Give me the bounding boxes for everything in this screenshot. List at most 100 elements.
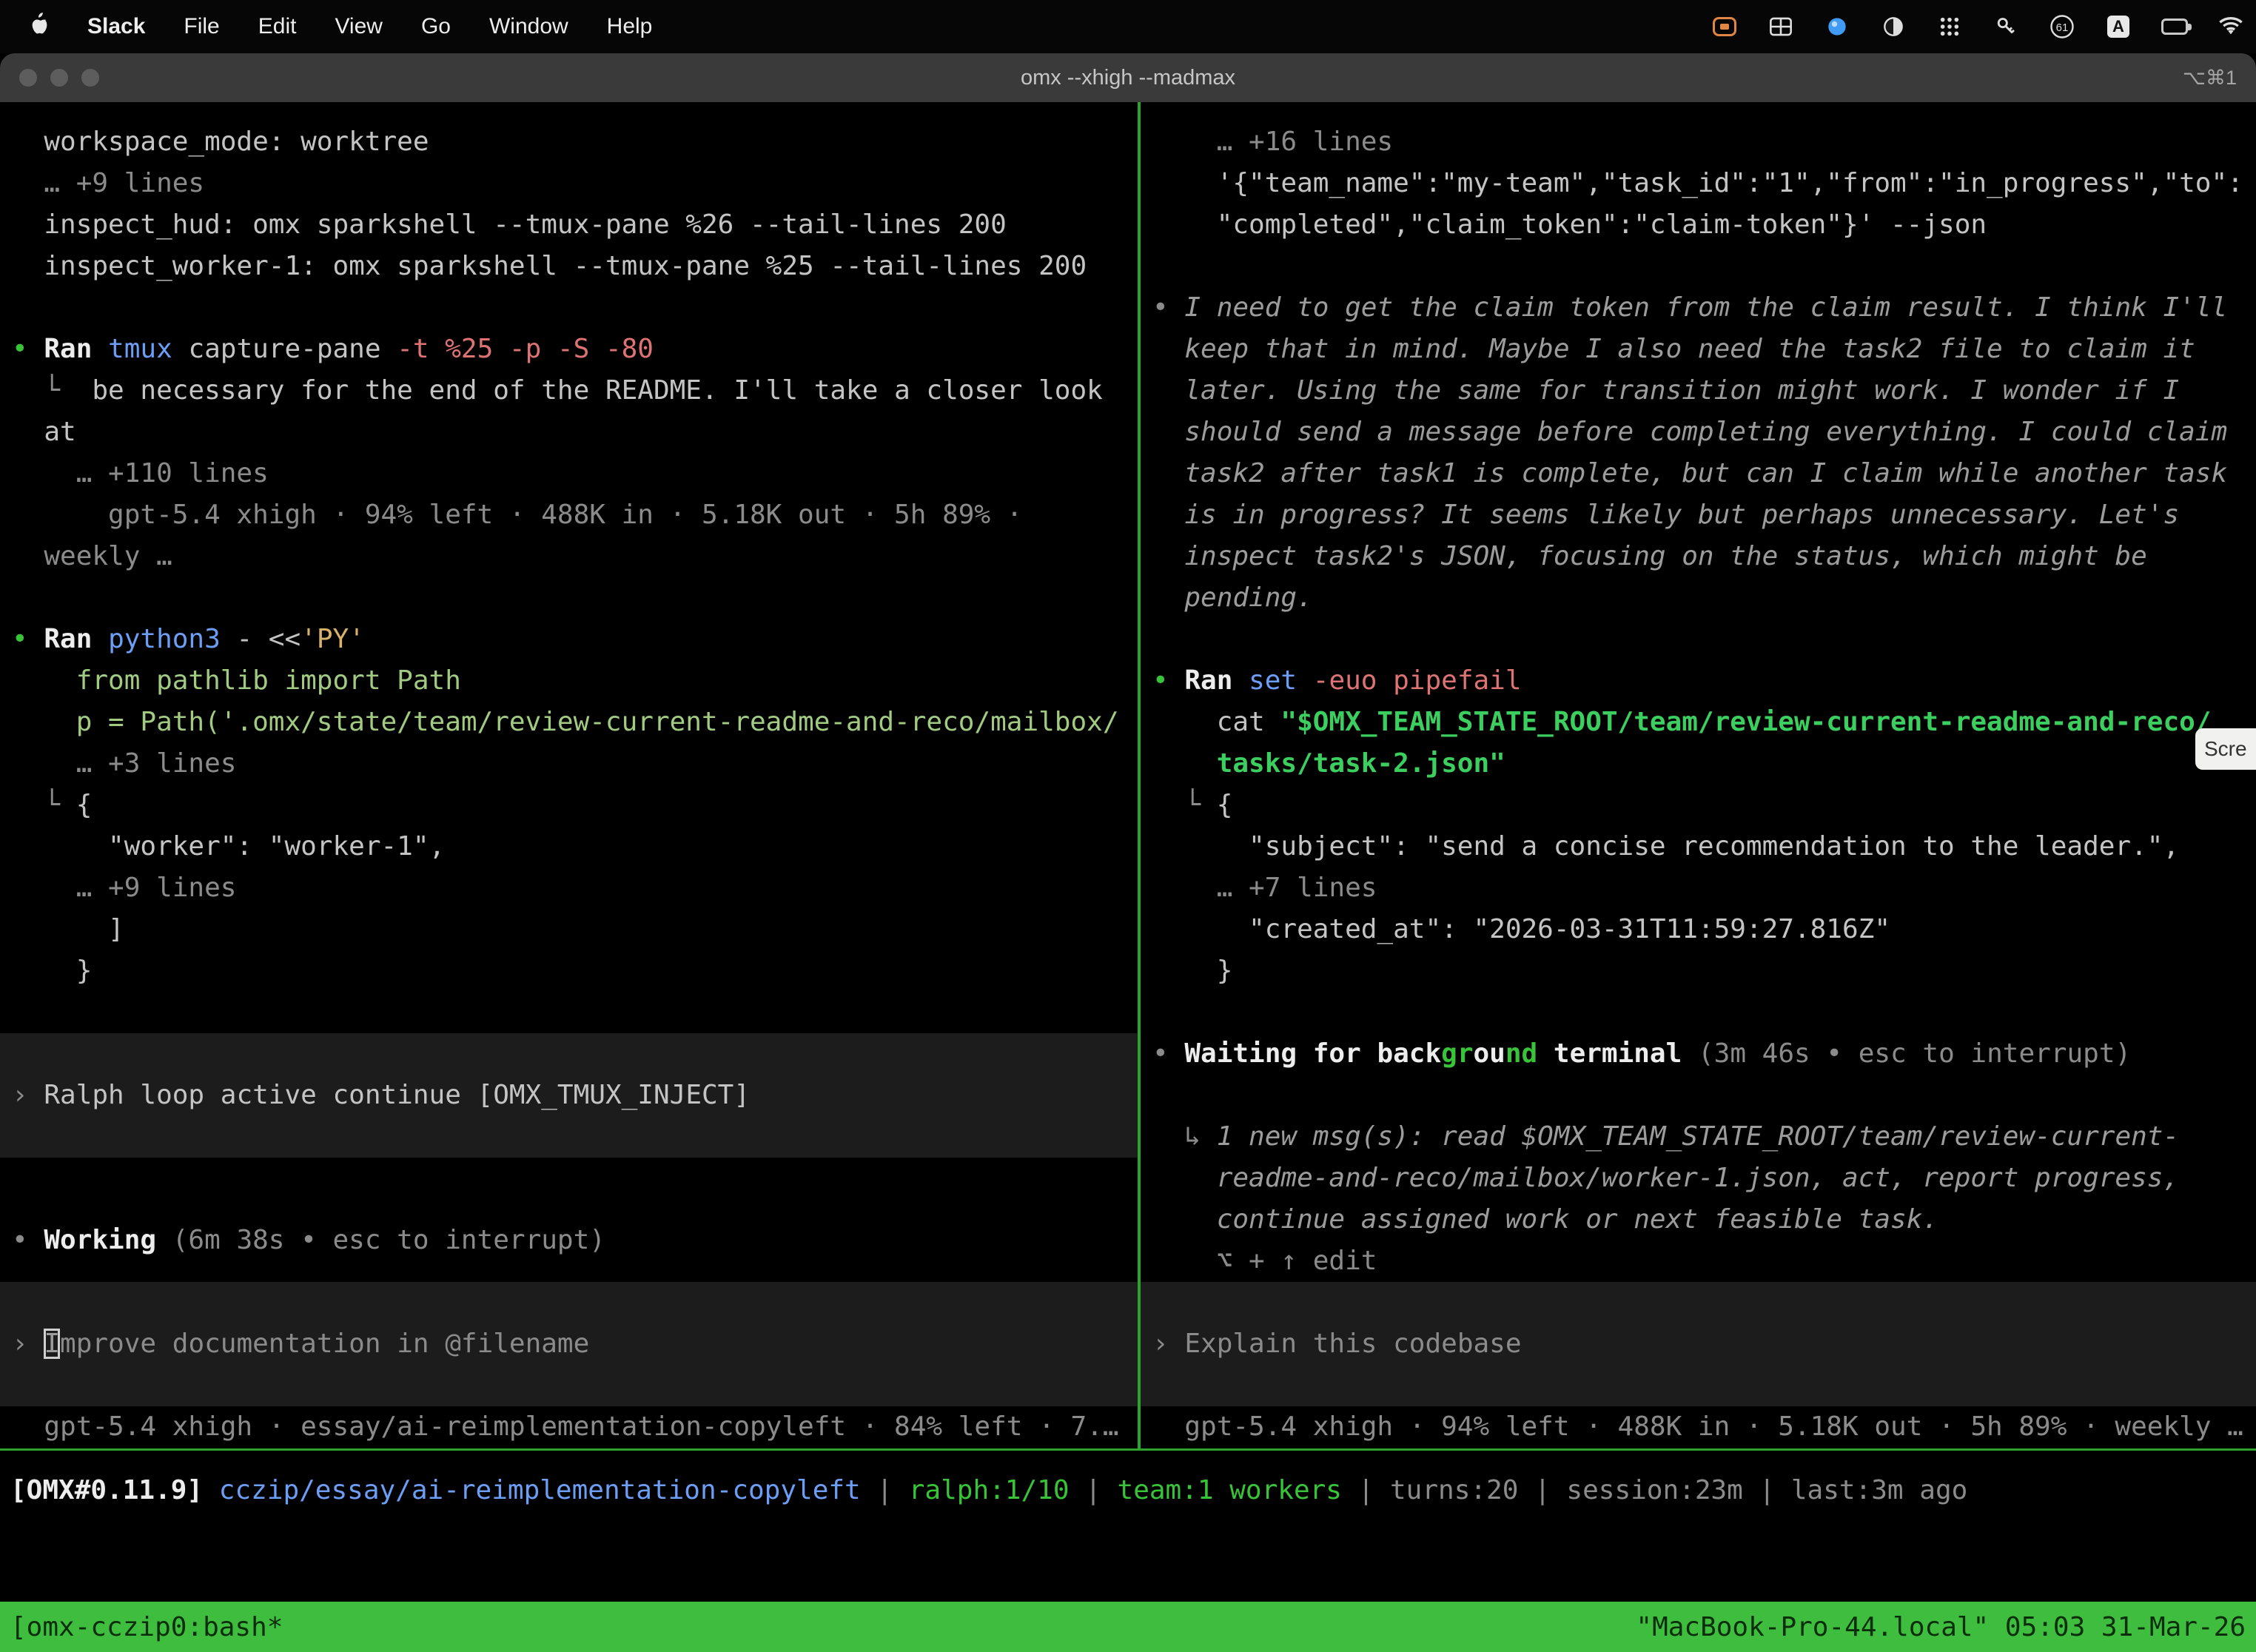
right-pane[interactable]: … +16 lines '{"team_name":"my-team","tas… [1141,102,2256,1448]
menu-view[interactable]: View [335,14,382,39]
battery-icon[interactable] [2161,13,2188,40]
menu-file[interactable]: File [184,14,219,39]
text-segment: | [1070,1475,1118,1505]
text-segment: … +9 lines [12,873,236,903]
text-segment: | [1342,1475,1390,1505]
terminal-line: inspect_hud: omx sparkshell --tmux-pane … [12,204,1138,246]
text-segment: terminal [1537,1038,1698,1069]
zoom-button[interactable] [81,69,99,87]
svg-text:61: 61 [2056,21,2069,34]
minimize-button[interactable] [50,69,68,87]
app-grid-icon[interactable] [1936,13,1963,40]
text-segment: (3m 46s • esc to interrupt) [1698,1038,2131,1069]
text-segment: nd [1505,1038,1537,1069]
terminal-line: is in progress? It seems likely but perh… [1152,494,2256,536]
text-segment: • [1152,292,1184,323]
text-segment: } [1152,956,1232,986]
terminal-line: } [1152,950,2256,992]
close-button[interactable] [19,69,37,87]
text-segment: I need to get the claim token from the c… [1184,292,2227,323]
text-segment: later. Using the same for transition mig… [1152,375,2179,406]
macos-menu-bar: Slack File Edit View Go Window Help [0,0,2256,53]
apple-logo-glyph [30,13,49,35]
left-pane[interactable]: workspace_mode: worktree … +9 lines insp… [0,102,1138,1448]
menu-window[interactable]: Window [489,14,568,39]
text-segment: tmux [108,334,188,364]
blue-app-icon[interactable] [1824,13,1850,40]
text-segment: set [1249,665,1313,696]
text-segment: • [1152,665,1184,696]
key-icon[interactable] [1993,13,2019,40]
apple-menu-icon[interactable] [30,13,49,41]
terminal-line: at [12,412,1138,453]
text-segment: | [1743,1475,1791,1505]
input-source-icon[interactable]: A [2105,13,2132,40]
terminal-line: continue assigned work or next feasible … [1152,1199,2256,1240]
text-segment: • [12,624,44,654]
terminal-line: pending. [1152,577,2256,619]
text-segment: keep that in mind. Maybe I also need the… [1152,334,2195,364]
terminal-line: … +3 lines [12,743,1138,785]
text-segment: Working [44,1225,172,1255]
text-segment: 'PY' [301,624,365,654]
tmux-status-bar: [omx-cczip0:bash* "MacBook-Pro-44.local"… [0,1602,2256,1652]
terminal-line: "completed","claim_token":"claim-token"}… [1152,204,2256,246]
pane-footer-line: gpt-5.4 xhigh · 94% left · 488K in · 5.1… [1152,1406,2256,1448]
menu-help[interactable]: Help [607,14,653,39]
text-segment: } [12,956,92,986]
terminal-line: gpt-5.4 xhigh · 94% left · 488K in · 5.1… [12,494,1138,536]
text-segment: | [861,1475,909,1505]
text-segment: cat [1152,707,1280,737]
text-segment: Ran [44,624,108,654]
terminal-line: keep that in mind. Maybe I also need the… [1152,329,2256,370]
text-segment: [OMX#0.11.9] [10,1475,219,1505]
terminal-line: workspace_mode: worktree [12,121,1138,163]
terminal-line: later. Using the same for transition mig… [1152,370,2256,412]
text-segment: session:23m [1566,1475,1742,1505]
band-line: › Explain this codebase [1152,1323,2256,1365]
wifi-icon[interactable] [2218,13,2244,40]
terminal-line: … +9 lines [12,867,1138,909]
traffic-lights [19,69,99,87]
terminal-line: • I need to get the claim token from the… [1152,287,2256,329]
menu-go[interactable]: Go [421,14,451,39]
text-segment: gr [1441,1038,1473,1069]
terminal-line: "subject": "send a concise recommendatio… [1152,826,2256,867]
terminal-line: } [12,950,1138,992]
text-segment: task2 after task1 is complete, but can I… [1152,458,2227,488]
prompt-input-band[interactable]: › Improve documentation in @filename [0,1282,1138,1406]
text-segment: continue assigned work or next feasible … [1152,1204,1938,1235]
window-title-bar[interactable]: omx --xhigh --madmax ⌥⌘1 [0,53,2256,102]
terminal-line: should send a message before completing … [1152,412,2256,453]
screen-recording-indicator-icon[interactable] [1711,13,1738,40]
text-segment: "completed","claim_token":"claim-token"}… [1152,209,1987,240]
text-segment: gpt-5.4 xhigh · 94% left · 488K in · 5.1… [12,500,1022,530]
window-grid-icon[interactable] [1767,13,1794,40]
text-segment: last:3m ago [1791,1475,1967,1505]
text-segment: is in progress? It seems likely but perh… [1152,500,2179,530]
text-segment: from pathlib import Path [12,665,461,696]
terminal-line: tasks/task-2.json" [1152,743,2256,785]
terminal-line: └ { [12,785,1138,826]
terminal-line: … +16 lines [1152,121,2256,163]
pane-footer-line: gpt-5.4 xhigh · essay/ai-reimplementatio… [12,1406,1138,1448]
text-segment: … +7 lines [1152,873,1377,903]
text-segment: - << [236,624,301,654]
text-segment: inspect task2's JSON, focusing on the st… [1152,541,2147,571]
terminal-line: '{"team_name":"my-team","task_id":"1","f… [1152,163,2256,204]
half-circle-app-icon[interactable] [1880,13,1907,40]
prompt-input-band[interactable]: › Explain this codebase [1141,1282,2256,1406]
terminal-line: ⌥ + ↑ edit [1152,1240,2256,1282]
menu-app-name[interactable]: Slack [87,14,145,39]
blank-line [1152,619,2256,660]
screen-share-tooltip[interactable]: Scre [2195,728,2256,770]
menu-items: Slack File Edit View Go Window Help [30,13,652,41]
gauge-badge-icon[interactable]: 61 [2049,13,2075,40]
text-segment: pending. [1152,582,1313,613]
text-segment: › [1152,1329,1184,1359]
text-segment: └ [1152,790,1217,820]
menu-edit[interactable]: Edit [258,14,297,39]
text-segment: • [1152,1038,1184,1069]
text-segment: be necessary for the end of the README. … [92,375,1102,406]
terminal-line: "worker": "worker-1", [12,826,1138,867]
